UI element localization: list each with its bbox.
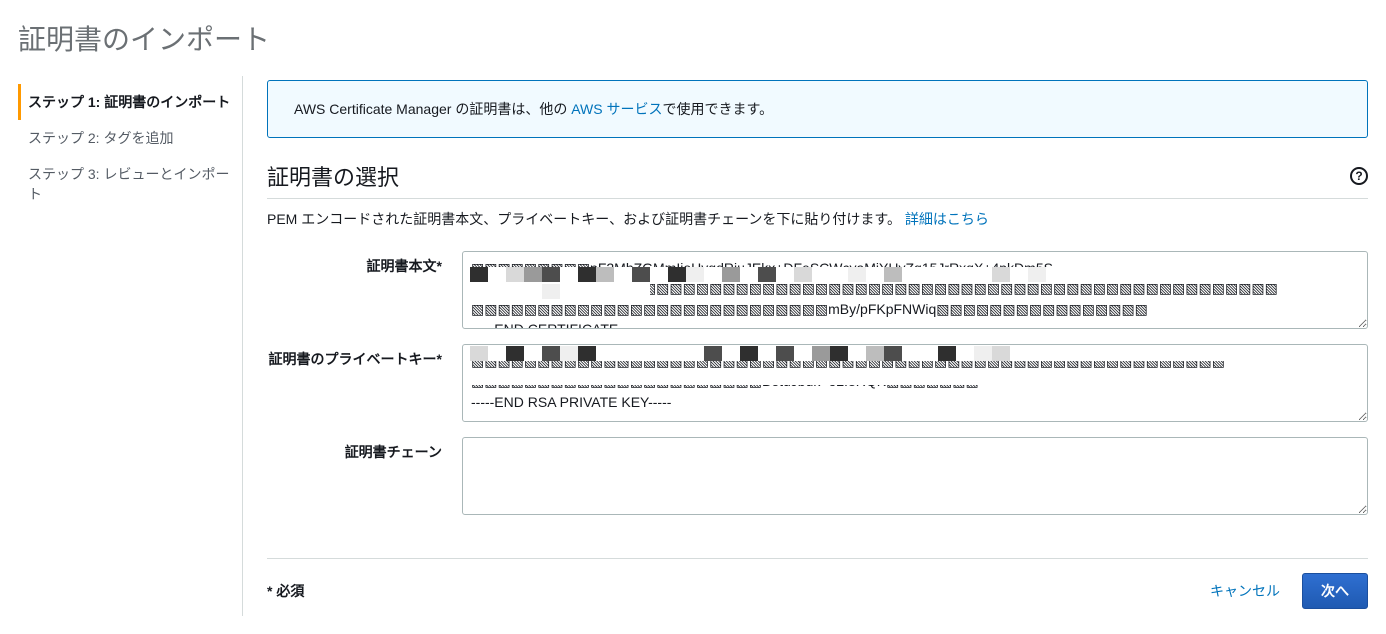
required-fields-note: * 必須 xyxy=(267,581,304,601)
step-1-import-certificate[interactable]: ステップ 1: 証明書のインポート xyxy=(18,84,242,120)
next-button[interactable]: 次へ xyxy=(1302,573,1368,609)
certificate-private-key-label: 証明書のプライベートキー* xyxy=(267,344,442,370)
info-banner-text-suffix: で使用できます。 xyxy=(662,101,773,117)
page-title: 証明書のインポート xyxy=(18,0,1368,76)
wizard-steps-sidebar: ステップ 1: 証明書のインポート ステップ 2: タグを追加 ステップ 3: … xyxy=(18,76,243,616)
main-content: AWS Certificate Manager の証明書は、他の AWS サービ… xyxy=(267,76,1368,609)
section-title: 証明書の選択 xyxy=(267,160,399,192)
step-2-add-tags[interactable]: ステップ 2: タグを追加 xyxy=(18,120,242,156)
certificate-chain-label: 証明書チェーン xyxy=(267,437,442,463)
certificate-body-textarea[interactable] xyxy=(462,251,1368,329)
learn-more-link[interactable]: 詳細はこちら xyxy=(905,211,989,227)
info-banner-text-prefix: AWS Certificate Manager の証明書は、他の xyxy=(294,101,571,117)
cancel-button[interactable]: キャンセル xyxy=(1210,581,1280,601)
certificate-body-label: 証明書本文* xyxy=(267,251,442,277)
section-description: PEM エンコードされた証明書本文、プライベートキー、および証明書チェーンを下に… xyxy=(267,211,901,227)
certificate-chain-textarea[interactable] xyxy=(462,437,1368,515)
footer-divider xyxy=(267,558,1368,559)
certificate-private-key-textarea[interactable] xyxy=(462,344,1368,422)
aws-services-link[interactable]: AWS サービス xyxy=(571,101,662,117)
step-3-review-and-import[interactable]: ステップ 3: レビューとインポート xyxy=(18,156,242,212)
info-banner: AWS Certificate Manager の証明書は、他の AWS サービ… xyxy=(267,80,1368,138)
help-icon[interactable]: ? xyxy=(1350,167,1368,185)
